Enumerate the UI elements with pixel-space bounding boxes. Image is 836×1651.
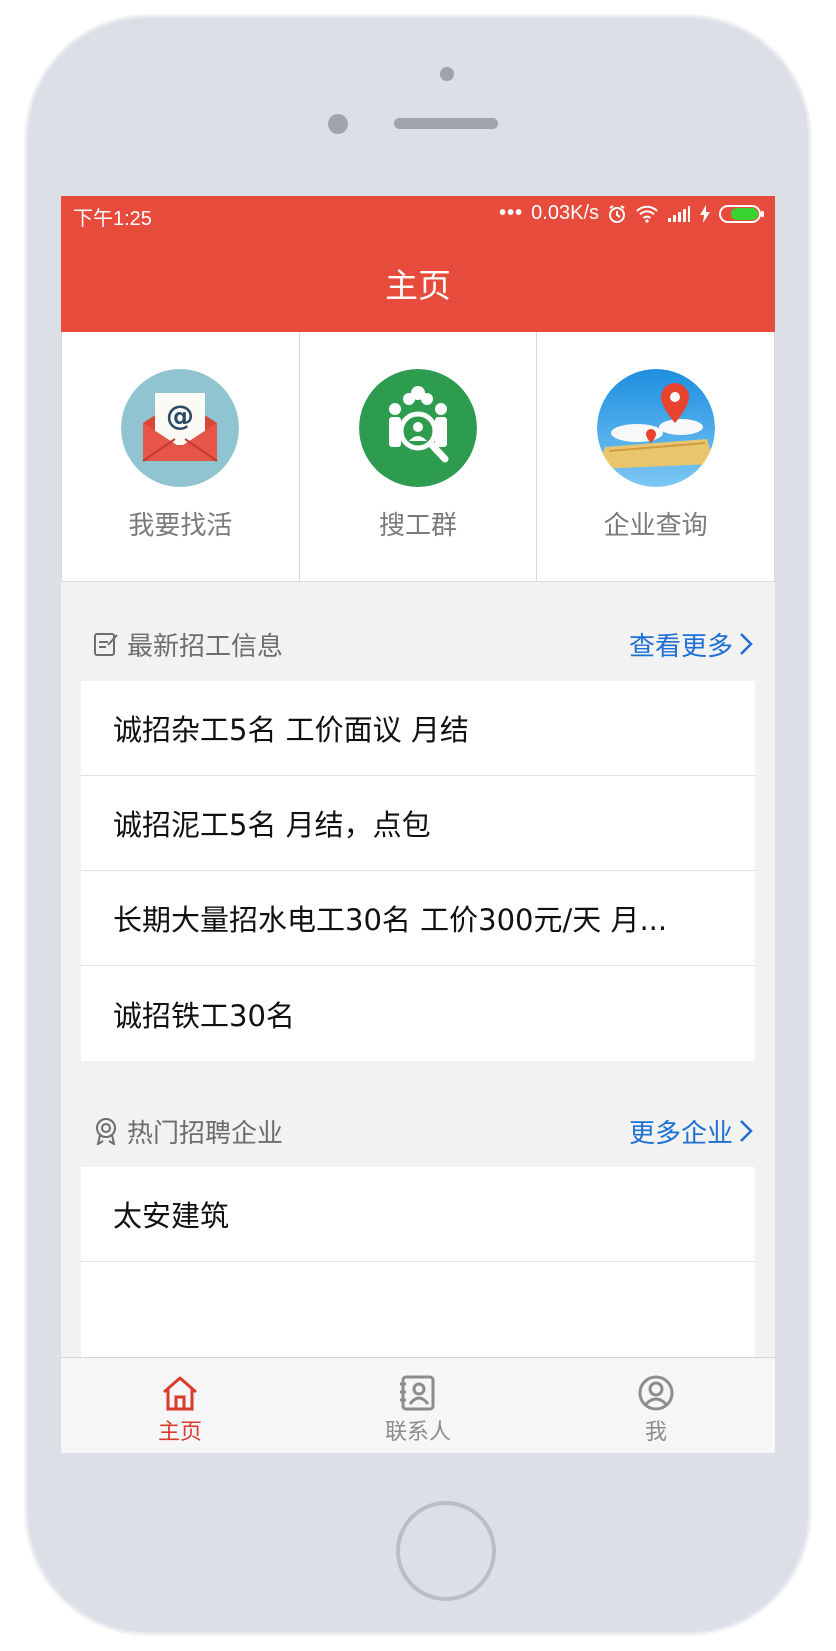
companies-section-title: 热门招聘企业 [127, 1118, 284, 1149]
jobs-section-title: 最新招工信息 [127, 631, 284, 662]
tab-me[interactable]: 我 [537, 1358, 775, 1453]
status-icons: ••• 0.03K/s [499, 202, 765, 225]
job-list-item[interactable]: 诚招泥工5名 月结，点包 [81, 776, 755, 871]
map-pin-icon [596, 369, 715, 487]
jobs-section-header: 最新招工信息 查看更多 [93, 624, 753, 664]
jobs-list: 诚招杂工5名 工价面议 月结 诚招泥工5名 月结，点包 长期大量招水电工30名 … [81, 681, 755, 1061]
job-list-item[interactable]: 长期大量招水电工30名 工价300元/天 月... [81, 871, 755, 966]
more-companies-link[interactable]: 更多企业 [629, 1113, 753, 1150]
companies-section-title-wrap: 热门招聘企业 [93, 1113, 283, 1150]
job-list-item[interactable]: 诚招杂工5名 工价面议 月结 [81, 681, 755, 776]
view-more-jobs-label: 查看更多 [628, 631, 733, 662]
charging-icon [700, 204, 710, 223]
company-list-item[interactable] [81, 1262, 755, 1357]
chevron-right-icon [740, 1120, 753, 1142]
tab-label: 联系人 [384, 1420, 451, 1445]
front-camera [328, 114, 348, 134]
app-header: 主页 [61, 234, 775, 332]
envelope-at-icon: @ [121, 369, 240, 487]
signal-icon [668, 205, 690, 222]
home-icon [163, 1376, 197, 1411]
tab-contacts[interactable]: 联系人 [299, 1358, 537, 1453]
companies-section-header: 热门招聘企业 更多企业 [93, 1111, 753, 1151]
earpiece-speaker [394, 118, 498, 129]
alarm-icon [609, 204, 625, 223]
view-more-jobs-link[interactable]: 查看更多 [629, 626, 753, 663]
page-title: 主页 [385, 266, 451, 305]
status-bar: 下午1:25 ••• 0.03K/s [61, 196, 775, 234]
quick-entry-label: 搜工群 [379, 511, 458, 541]
quick-entry-label: 我要找活 [128, 511, 233, 541]
svg-text:@: @ [166, 399, 194, 432]
app-screen: 下午1:25 ••• 0.03K/s 主页 @ 我要找活 搜工群 企业查询 最新… [61, 196, 775, 1453]
tab-label: 我 [644, 1420, 667, 1445]
workers-search-icon [359, 369, 477, 487]
job-list-item[interactable]: 诚招铁工30名 [81, 966, 755, 1061]
status-time: 下午1:25 [73, 208, 152, 230]
company-list-item[interactable]: 太安建筑 [81, 1167, 755, 1262]
more-dots-icon: ••• [499, 202, 524, 224]
edit-note-icon [94, 633, 118, 656]
front-sensor [440, 67, 454, 81]
quick-entry-search-groups[interactable]: 搜工群 [298, 332, 537, 581]
bottom-tab-bar: 主页 联系人 我 [61, 1357, 775, 1453]
award-badge-icon [96, 1118, 116, 1145]
contacts-icon [400, 1375, 435, 1411]
user-icon [638, 1375, 674, 1411]
tab-label: 主页 [157, 1420, 202, 1445]
companies-list: 太安建筑 [81, 1167, 755, 1357]
more-companies-label: 更多企业 [628, 1118, 733, 1149]
wifi-icon [636, 205, 658, 223]
jobs-section-title-wrap: 最新招工信息 [93, 626, 283, 663]
home-button[interactable] [396, 1501, 496, 1601]
chevron-right-icon [740, 633, 753, 655]
tab-home[interactable]: 主页 [61, 1358, 299, 1453]
quick-entry-find-work[interactable]: @ 我要找活 [61, 332, 299, 581]
network-speed: 0.03K/s [531, 202, 599, 224]
quick-entry-label: 企业查询 [603, 511, 708, 541]
quick-entry-company-search[interactable]: 企业查询 [536, 332, 775, 581]
battery-icon [719, 204, 764, 223]
quick-entry-grid: @ 我要找活 搜工群 企业查询 [61, 332, 775, 582]
